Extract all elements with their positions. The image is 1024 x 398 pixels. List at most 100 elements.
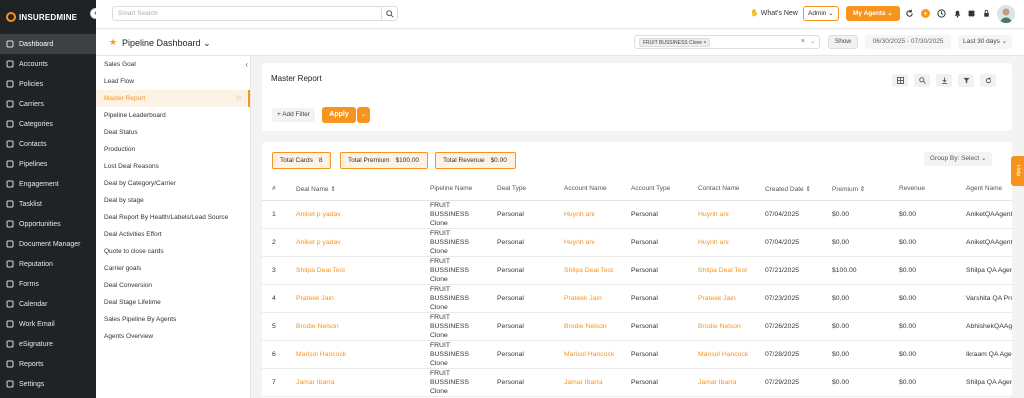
table-cell-link[interactable]: Shilpa Deal Test bbox=[688, 256, 755, 285]
column-header[interactable]: Account Name bbox=[554, 178, 621, 201]
search-button[interactable] bbox=[381, 6, 398, 21]
add-icon[interactable]: + bbox=[921, 9, 930, 18]
table-cell-link[interactable]: Brodie Nelson bbox=[554, 312, 621, 341]
table-cell-link[interactable]: Shilpa Deal Test bbox=[554, 256, 621, 285]
sidebar-item-work-email[interactable]: Work Email bbox=[0, 314, 96, 334]
table-cell-link[interactable]: Marisol Hancock bbox=[286, 340, 420, 369]
report-item[interactable]: Deal Stage Lifetime bbox=[96, 294, 250, 311]
table-row[interactable]: 7 Jamar Ibarra FRUIT BUSSINESS Clone Person… bbox=[262, 368, 1012, 397]
bell-icon[interactable] bbox=[953, 9, 962, 18]
report-item[interactable]: Pipeline Leaderboard bbox=[96, 107, 250, 124]
table-cell-link[interactable]: Huynh ani bbox=[688, 228, 755, 257]
filter-chip[interactable]: FRUIT BUSSINESS Clone × bbox=[639, 38, 711, 47]
report-item[interactable]: Carrier goals bbox=[96, 260, 250, 277]
table-cell-link[interactable]: Aniket p yadav bbox=[286, 228, 420, 257]
table-cell-link[interactable]: Prateek Jain bbox=[554, 284, 621, 313]
report-item[interactable]: Deal Report By Health/Labels/Lead Source bbox=[96, 209, 250, 226]
table-cell-link[interactable]: Marisol Hancock bbox=[688, 340, 755, 369]
table-row[interactable]: 3 Shilpa Deal Test FRUIT BUSSINESS Clone Pe… bbox=[262, 256, 1012, 285]
report-item[interactable]: Lead Flow bbox=[96, 73, 250, 90]
clear-filter-icon[interactable]: × bbox=[801, 38, 805, 45]
table-cell-link[interactable]: Shilpa Deal Test bbox=[286, 256, 420, 285]
sidebar-item-reports[interactable]: Reports bbox=[0, 354, 96, 374]
apply-button[interactable]: Apply bbox=[322, 107, 356, 123]
whats-new-link[interactable]: ✋ What's New bbox=[750, 9, 798, 17]
period-select[interactable]: Last 30 days ⌄ bbox=[958, 35, 1012, 49]
table-cell-link[interactable]: Prateek Jain bbox=[286, 284, 420, 313]
page-title[interactable]: Pipeline Dashboard ⌄ bbox=[122, 38, 211, 49]
sidebar-item-pipelines[interactable]: Pipelines bbox=[0, 154, 96, 174]
table-cell-link[interactable]: Huynh ani bbox=[688, 200, 755, 229]
report-item[interactable]: Deal Conversion bbox=[96, 277, 250, 294]
report-item[interactable]: Production bbox=[96, 141, 250, 158]
group-by-select[interactable]: Group By: Select ⌄ bbox=[924, 152, 992, 166]
apply-options-button[interactable]: ⌄ bbox=[357, 107, 370, 123]
column-header[interactable]: Contact Name bbox=[688, 178, 755, 201]
report-item[interactable]: Lost Deal Reasons bbox=[96, 158, 250, 175]
report-item[interactable]: Deal by stage bbox=[96, 192, 250, 209]
my-agents-button[interactable]: My Agents ⌄ bbox=[846, 6, 900, 21]
table-cell-link[interactable]: Aniket p yadav bbox=[286, 200, 420, 229]
sidebar-item-document-manager[interactable]: Document Manager bbox=[0, 234, 96, 254]
report-item[interactable]: Deal Activities Effort bbox=[96, 226, 250, 243]
report-item[interactable]: Sales Goal bbox=[96, 56, 250, 73]
report-item[interactable]: Deal by Category/Carrier bbox=[96, 175, 250, 192]
sidebar-item-accounts[interactable]: Accounts bbox=[0, 54, 96, 74]
column-header[interactable]: Revenue bbox=[889, 178, 956, 201]
report-item[interactable]: Sales Pipeline By Agents bbox=[96, 311, 250, 328]
report-item[interactable]: Master Report ☆ bbox=[96, 90, 250, 107]
column-header[interactable]: Created Date ⇕ bbox=[755, 178, 822, 201]
sidebar-item-policies[interactable]: Policies bbox=[0, 74, 96, 94]
table-row[interactable]: 1 Aniket p yadav FRUIT BUSSINESS Clone Pers… bbox=[262, 200, 1012, 229]
sidebar-item-settings[interactable]: Settings bbox=[0, 374, 96, 394]
column-header[interactable]: Agent Name bbox=[956, 178, 1012, 201]
clock-icon[interactable] bbox=[937, 9, 946, 18]
table-cell-link[interactable]: Prateek Jain bbox=[688, 284, 755, 313]
chip-icon[interactable] bbox=[967, 9, 976, 18]
sidebar-item-calendar[interactable]: Calendar bbox=[0, 294, 96, 314]
table-cell-link[interactable]: Jamar Ibarra bbox=[554, 368, 621, 397]
favorite-star-icon[interactable]: ★ bbox=[109, 37, 117, 48]
table-row[interactable]: 6 Marisol Hancock FRUIT BUSSINESS Clone Per… bbox=[262, 340, 1012, 369]
pipeline-filter-select[interactable]: FRUIT BUSSINESS Clone × × ⌄ bbox=[634, 35, 820, 49]
report-item[interactable]: Agents Overview bbox=[96, 328, 250, 345]
columns-button[interactable] bbox=[892, 74, 908, 87]
sidebar-item-carriers[interactable]: Carriers bbox=[0, 94, 96, 114]
lock-icon[interactable] bbox=[982, 9, 991, 18]
avatar[interactable] bbox=[997, 5, 1015, 23]
sidebar-item-forms[interactable]: Forms bbox=[0, 274, 96, 294]
column-header[interactable]: Deal Type bbox=[487, 178, 554, 201]
add-filter-button[interactable]: + Add Filter bbox=[272, 108, 315, 122]
sidebar-item-opportunities[interactable]: Opportunities bbox=[0, 214, 96, 234]
table-cell-link[interactable]: Brodie Nelson bbox=[688, 312, 755, 341]
app-logo[interactable]: INSUREDMINE ‹ bbox=[0, 0, 101, 34]
sidebar-item-engagement[interactable]: Engagement bbox=[0, 174, 96, 194]
table-row[interactable]: 4 Prateek Jain FRUIT BUSSINESS Clone Person… bbox=[262, 284, 1012, 313]
table-cell-link[interactable]: Jamar Ibarra bbox=[286, 368, 420, 397]
table-cell-link[interactable]: Huynh ani bbox=[554, 200, 621, 229]
report-item[interactable]: Quote to close cards bbox=[96, 243, 250, 260]
column-header[interactable]: Pipeline Name bbox=[420, 178, 487, 201]
sidebar-item-esignature[interactable]: eSignature bbox=[0, 334, 96, 354]
table-cell-link[interactable]: Huynh ani bbox=[554, 228, 621, 257]
column-header[interactable]: Account Type bbox=[621, 178, 688, 201]
refresh-report-button[interactable] bbox=[980, 74, 996, 87]
admin-select[interactable]: Admin ⌄ bbox=[803, 6, 839, 21]
download-button[interactable] bbox=[936, 74, 952, 87]
table-row[interactable]: 2 Aniket p yadav FRUIT BUSSINESS Clone Pers… bbox=[262, 228, 1012, 257]
sidebar-item-reputation[interactable]: Reputation bbox=[0, 254, 96, 274]
table-row[interactable]: 5 Brodie Nelson FRUIT BUSSINESS Clone Perso… bbox=[262, 312, 1012, 341]
sidebar-item-contacts[interactable]: Contacts bbox=[0, 134, 96, 154]
search-input[interactable]: Smart Search bbox=[112, 6, 398, 21]
column-header[interactable]: Deal Name ⇕ bbox=[286, 178, 420, 201]
help-tab[interactable]: Help bbox=[1011, 156, 1024, 186]
sidebar-item-tasklist[interactable]: Tasklist bbox=[0, 194, 96, 214]
favorite-star-icon[interactable]: ☆ bbox=[236, 90, 242, 107]
table-cell-link[interactable]: Brodie Nelson bbox=[286, 312, 420, 341]
filter-button[interactable] bbox=[958, 74, 974, 87]
sidebar-item-dashboard[interactable]: Dashboard bbox=[0, 34, 96, 54]
chevron-down-icon[interactable]: ⌄ bbox=[810, 38, 815, 45]
date-range-picker[interactable]: 06/30/2025 - 07/30/2025 bbox=[865, 35, 951, 49]
search-report-button[interactable] bbox=[914, 74, 930, 87]
table-cell-link[interactable]: Marisol Hancock bbox=[554, 340, 621, 369]
